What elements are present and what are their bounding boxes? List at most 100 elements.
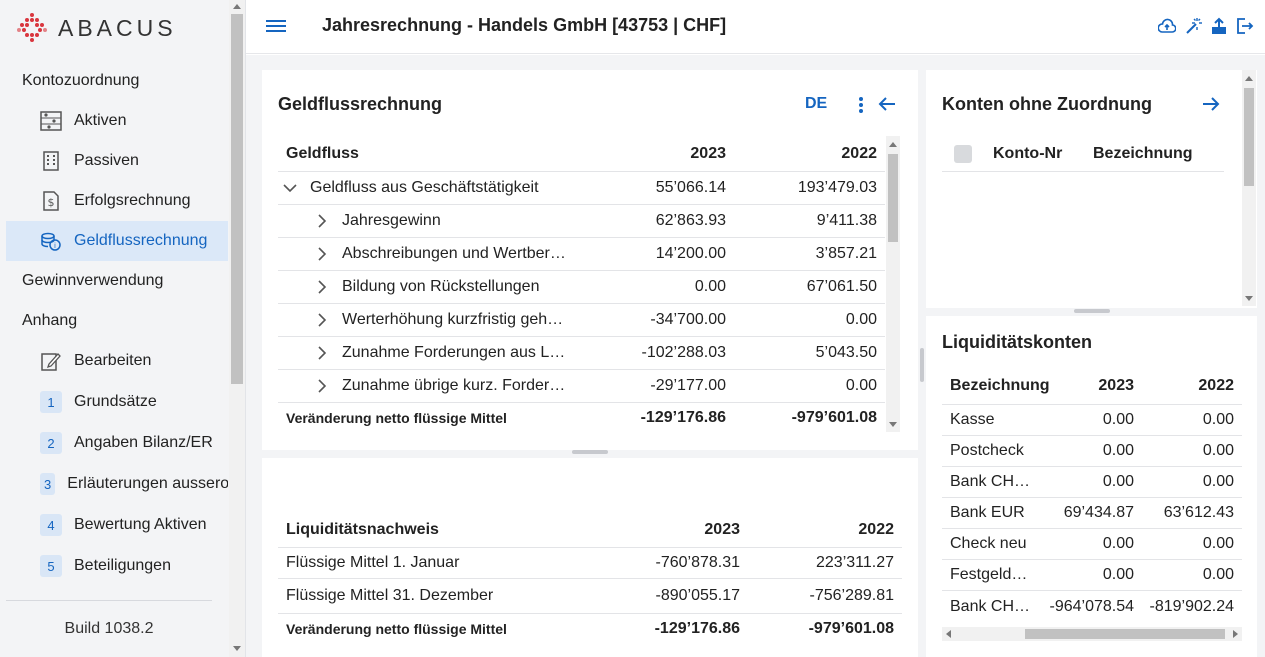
scrollbar-thumb[interactable] — [1244, 88, 1254, 186]
table-row[interactable]: Bank CHF UBS 0.00 0.00 — [942, 467, 1242, 498]
logout-icon[interactable] — [1235, 16, 1255, 36]
nav-group-anhang[interactable]: Anhang — [22, 312, 77, 330]
col-header-geldfluss[interactable]: Geldfluss — [278, 145, 578, 163]
konten-ohne-zuordnung-panel: Konten ohne Zuordnung Konto-Nr Bezeichnu… — [926, 70, 1257, 308]
col-header-bezeichnung[interactable]: Bezeichnung — [1093, 145, 1213, 163]
table-row[interactable]: Bank EUR 69’434.87 63’612.43 — [942, 498, 1242, 529]
chevron-right-icon[interactable] — [312, 343, 332, 363]
col-header-konto-nr[interactable]: Konto-Nr — [993, 145, 1093, 163]
scroll-up-icon[interactable] — [233, 4, 241, 9]
liquiditaetskonten-title: Liquiditätskonten — [942, 332, 1092, 352]
scrollbar-thumb[interactable] — [888, 154, 898, 242]
row-label: Bank CHF ZKB — [950, 597, 1034, 615]
cell-2022: 67’061.50 — [806, 278, 877, 295]
row-label: Jahresgewinn — [342, 212, 441, 229]
row-label: Festgeldanlagen — [950, 566, 1034, 583]
more-vert-icon[interactable] — [858, 96, 864, 114]
app-header: Jahresrechnung - Handels GmbH [43753 | C… — [246, 0, 1265, 54]
table-row[interactable]: Werterhöhung kurzfristig gehaltener Akti… — [278, 304, 885, 337]
sidebar-item-label: Bearbeiten — [74, 352, 152, 369]
cell-2023: 0.00 — [1102, 473, 1134, 490]
chevron-right-icon[interactable] — [312, 310, 332, 330]
edit-icon — [40, 350, 62, 372]
sidebar-item-grundsaetze[interactable]: 1 Grundsätze — [6, 382, 228, 422]
table-row[interactable]: Zunahme übrige kurz. Forderungen -29’177… — [278, 370, 885, 403]
chevron-right-icon[interactable] — [312, 277, 332, 297]
scrollbar-thumb[interactable] — [1025, 629, 1225, 639]
liquiditaetskonten-hscrollbar[interactable] — [942, 627, 1242, 641]
svg-text:i: i — [54, 242, 56, 250]
row-label: Zunahme Forderungen aus Lieferungen — [342, 344, 568, 361]
sidebar-item-passiven[interactable]: Passiven — [6, 141, 228, 181]
arrow-right-icon[interactable] — [1202, 96, 1220, 117]
konten-title: Konten ohne Zuordnung — [942, 94, 1152, 114]
cell-2022: 223’311.27 — [816, 554, 894, 571]
select-all-checkbox[interactable] — [954, 144, 972, 163]
scroll-right-icon[interactable] — [1233, 630, 1238, 638]
sidebar-item-erfolgsrechnung[interactable]: $ Erfolgsrechnung — [6, 181, 228, 221]
table-header: Konto-Nr Bezeichnung — [942, 136, 1224, 172]
sidebar-item-erlaeuterungen[interactable]: 3 Erläuterungen ausserordentliche — [6, 464, 228, 504]
col-header-2023[interactable]: 2023 — [578, 521, 740, 539]
sidebar-item-beteiligungen[interactable]: 5 Beteiligungen — [6, 546, 228, 586]
sidebar-item-bewertung-aktiven[interactable]: 4 Bewertung Aktiven — [6, 505, 228, 545]
col-header-2022[interactable]: 2022 — [1134, 377, 1234, 395]
konten-scrollbar[interactable] — [1242, 70, 1256, 306]
sidebar-item-angaben-bilanz[interactable]: 2 Angaben Bilanz/ER — [6, 423, 228, 463]
cloud-upload-icon[interactable] — [1157, 16, 1177, 36]
chevron-right-icon[interactable] — [312, 211, 332, 231]
table-row[interactable]: Flüssige Mittel 1. Januar -760’878.31 22… — [278, 548, 902, 579]
col-header-2023[interactable]: 2023 — [578, 145, 726, 163]
scroll-down-icon[interactable] — [233, 646, 241, 651]
nav-group-gewinnverwendung[interactable]: Gewinnverwendung — [22, 272, 163, 290]
col-header-2022[interactable]: 2022 — [740, 521, 894, 539]
cell-2022: 0.00 — [1202, 535, 1234, 552]
row-label: Bildung von Rückstellungen — [342, 278, 540, 295]
abacus-logo[interactable]: ABACUS — [16, 12, 177, 44]
chevron-right-icon[interactable] — [312, 376, 332, 396]
menu-icon[interactable] — [266, 17, 286, 35]
coins-icon: i — [40, 230, 62, 252]
col-header-liquiditaetsnachweis[interactable]: Liquiditätsnachweis — [278, 521, 578, 539]
table-row[interactable]: Jahresgewinn 62’863.93 9’411.38 — [278, 205, 885, 238]
nav-group-kontozuordnung[interactable]: Kontozuordnung — [22, 72, 139, 90]
table-row[interactable]: Check neu 0.00 0.00 — [942, 529, 1242, 560]
table-row[interactable]: Festgeldanlagen 0.00 0.00 — [942, 560, 1242, 591]
magic-wand-icon[interactable] — [1183, 16, 1203, 36]
row-label: Zunahme übrige kurz. Forderungen — [342, 377, 568, 394]
sidebar: ABACUS Kontozuordnung Aktiven Passiven $… — [0, 0, 246, 657]
sidebar-item-aktiven[interactable]: Aktiven — [6, 101, 228, 141]
upload-icon[interactable] — [1209, 16, 1229, 36]
table-row[interactable]: Geldfluss aus Geschäftstätigkeit 55’066.… — [278, 172, 885, 205]
table-row[interactable]: Zunahme Forderungen aus Lieferungen -102… — [278, 337, 885, 370]
scroll-left-icon[interactable] — [946, 630, 951, 638]
col-header-2022[interactable]: 2022 — [726, 145, 877, 163]
sidebar-item-label: Erläuterungen ausserordentliche — [67, 475, 228, 492]
chevron-down-icon[interactable] — [280, 178, 300, 198]
scroll-up-icon[interactable] — [1245, 76, 1253, 81]
col-header-bezeichnung[interactable]: Bezeichnung — [942, 377, 1064, 395]
sidebar-scrollbar[interactable] — [229, 0, 245, 657]
scroll-down-icon[interactable] — [889, 422, 897, 427]
language-button[interactable]: DE — [805, 95, 827, 113]
sidebar-item-geldflussrechnung[interactable]: i Geldflussrechnung — [6, 221, 228, 261]
arrow-left-icon[interactable] — [878, 96, 896, 117]
table-row[interactable]: Abschreibungen und Wertberichtigungen 14… — [278, 238, 885, 271]
table-row[interactable]: Kasse 0.00 0.00 — [942, 405, 1242, 436]
chevron-right-icon[interactable] — [312, 244, 332, 264]
col-header-2023[interactable]: 2023 — [1064, 377, 1134, 395]
sidebar-item-label: Beteiligungen — [74, 557, 171, 574]
resize-handle[interactable] — [572, 450, 608, 454]
table-row[interactable]: Flüssige Mittel 31. Dezember -890’055.17… — [278, 579, 902, 614]
scrollbar-thumb[interactable] — [231, 14, 243, 384]
table-row[interactable]: Postcheck 0.00 0.00 — [942, 436, 1242, 467]
sidebar-item-bearbeiten[interactable]: Bearbeiten — [6, 341, 228, 381]
geldfluss-scrollbar[interactable] — [886, 136, 900, 432]
footer-label: Veränderung netto flüssige Mittel — [286, 410, 507, 426]
vertical-resize-handle[interactable] — [920, 348, 924, 382]
scroll-up-icon[interactable] — [889, 142, 897, 147]
table-row[interactable]: Bildung von Rückstellungen 0.00 67’061.5… — [278, 271, 885, 304]
table-row[interactable]: Bank CHF ZKB -964’078.54 -819’902.24 — [942, 591, 1242, 622]
scroll-down-icon[interactable] — [1245, 296, 1253, 301]
resize-handle[interactable] — [1074, 309, 1110, 313]
